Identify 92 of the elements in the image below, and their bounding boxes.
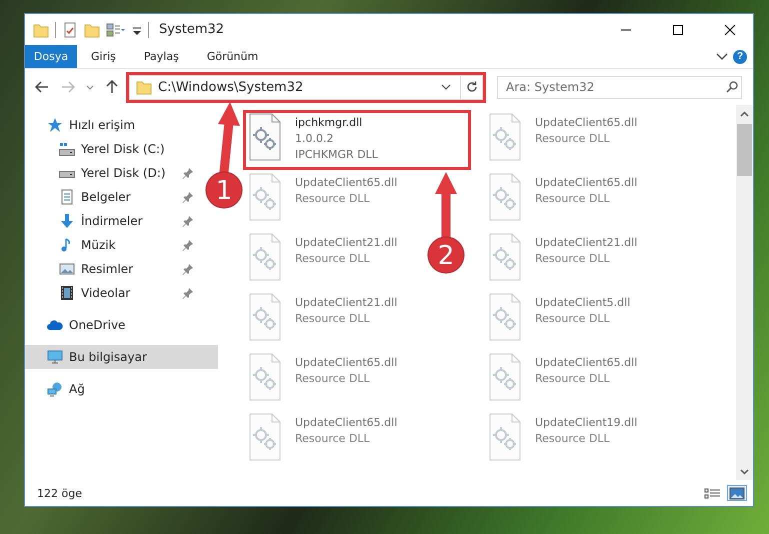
ribbon-tab[interactable]: Giriş: [77, 45, 130, 68]
file-name: UpdateClient5.dll: [535, 295, 630, 311]
star-icon: [47, 117, 63, 133]
file-item[interactable]: UpdateClient65.dll Resource DLL: [485, 172, 640, 228]
file-name: UpdateClient21.dll: [295, 235, 398, 251]
drive-icon: [59, 170, 75, 178]
step-number-badge: 2: [428, 236, 464, 274]
film-icon: [59, 285, 75, 301]
file-name: UpdateClient65.dll: [535, 175, 638, 191]
file-detail: Resource DLL: [535, 371, 611, 387]
pin-icon[interactable]: [182, 167, 194, 179]
file-name: UpdateClient65.dll: [295, 355, 398, 371]
sidebar-item[interactable]: Ağ: [25, 377, 218, 401]
file-name: UpdateClient65.dll: [295, 415, 398, 431]
dll-file-icon: [487, 173, 523, 223]
properties-icon[interactable]: [62, 22, 78, 38]
file-item[interactable]: UpdateClient65.dll Resource DLL: [245, 172, 400, 228]
sidebar-item[interactable]: OneDrive: [25, 313, 218, 337]
pin-icon[interactable]: [182, 215, 194, 227]
sidebar-item[interactable]: Bu bilgisayar: [25, 345, 218, 369]
file-name: UpdateClient21.dll: [295, 295, 398, 311]
pin-icon[interactable]: [182, 263, 194, 275]
drive-icon: [59, 141, 75, 157]
document-icon: [59, 189, 75, 205]
pin-icon[interactable]: [182, 239, 194, 251]
sidebar-item[interactable]: Resimler: [25, 257, 202, 281]
search-field[interactable]: Ara: System32: [497, 76, 742, 98]
window-title: System32: [159, 22, 226, 37]
dll-file-icon: [487, 413, 523, 463]
sidebar-item[interactable]: Yerel Disk (D:): [25, 161, 202, 185]
file-name: UpdateClient21.dll: [535, 235, 638, 251]
download-arrow-icon: [59, 213, 75, 229]
file-name: UpdateClient65.dll: [535, 355, 638, 371]
dll-file-icon: [247, 233, 283, 283]
file-detail: Resource DLL: [535, 191, 611, 207]
dll-file-icon: [487, 353, 523, 403]
file-item[interactable]: UpdateClient65.dll Resource DLL: [485, 112, 640, 168]
file-detail: 1.0.0.2: [295, 131, 334, 147]
file-item[interactable]: UpdateClient65.dll Resource DLL: [245, 352, 400, 408]
file-name: UpdateClient65.dll: [535, 115, 638, 131]
dll-file-icon: [247, 413, 283, 463]
file-item[interactable]: UpdateClient21.dll Resource DLL: [245, 232, 400, 288]
file-detail: IPCHKMGR DLL: [295, 147, 378, 163]
file-item[interactable]: UpdateClient21.dll Resource DLL: [485, 232, 640, 288]
ribbon-tab[interactable]: Görünüm: [192, 45, 272, 68]
sidebar-item[interactable]: Müzik: [25, 233, 202, 257]
folder-icon: [136, 79, 152, 95]
step-number-badge: 1: [206, 172, 242, 208]
sidebar-item[interactable]: İndirmeler: [25, 209, 202, 233]
dll-file-icon: [487, 293, 523, 343]
search-icon[interactable]: [726, 80, 738, 92]
pin-icon[interactable]: [182, 287, 194, 299]
network-icon: [47, 381, 63, 397]
file-detail: Resource DLL: [295, 311, 371, 327]
file-item[interactable]: ipchkmgr.dll 1.0.0.2 IPCHKMGR DLL: [245, 112, 469, 168]
large-icons-view-icon[interactable]: [727, 485, 747, 501]
item-count: 122 öge: [37, 486, 83, 500]
scroll-thumb[interactable]: [737, 124, 752, 176]
computer-icon: [47, 349, 63, 365]
file-name: ipchkmgr.dll: [295, 115, 364, 131]
sidebar-item[interactable]: Belgeler: [25, 185, 202, 209]
file-detail: Resource DLL: [535, 131, 611, 147]
sidebar-item[interactable]: Yerel Disk (C:): [25, 137, 202, 161]
view-options-icon[interactable]: [106, 22, 126, 38]
file-item[interactable]: UpdateClient65.dll Resource DLL: [485, 352, 640, 408]
dll-file-icon: [247, 173, 283, 223]
dll-file-icon: [487, 233, 523, 283]
file-detail: Resource DLL: [295, 251, 371, 267]
file-item[interactable]: UpdateClient65.dll Resource DLL: [245, 412, 400, 468]
file-menu-tab[interactable]: Dosya: [25, 45, 77, 68]
dll-file-icon: [487, 113, 523, 163]
dll-file-icon: [247, 293, 283, 343]
file-detail: Resource DLL: [535, 251, 611, 267]
file-detail: Resource DLL: [535, 311, 611, 327]
file-item[interactable]: UpdateClient21.dll Resource DLL: [245, 292, 400, 348]
picture-icon: [59, 261, 75, 277]
scrollbar[interactable]: [736, 105, 753, 480]
dll-file-icon: [247, 353, 283, 403]
file-name: UpdateClient65.dll: [295, 175, 398, 191]
sidebar-item[interactable]: Videolar: [25, 281, 202, 305]
help-button[interactable]: ?: [733, 50, 747, 64]
ribbon-tab[interactable]: Paylaş: [130, 45, 193, 68]
file-item[interactable]: UpdateClient19.dll Resource DLL: [485, 412, 640, 468]
sidebar-item[interactable]: Hızlı erişim: [25, 113, 218, 137]
file-detail: Resource DLL: [295, 431, 371, 447]
file-name: UpdateClient19.dll: [535, 415, 638, 431]
dll-file-icon: [247, 113, 283, 163]
file-item[interactable]: UpdateClient5.dll Resource DLL: [485, 292, 632, 348]
file-detail: Resource DLL: [535, 431, 611, 447]
file-detail: Resource DLL: [295, 191, 371, 207]
file-detail: Resource DLL: [295, 371, 371, 387]
pin-icon[interactable]: [182, 191, 194, 203]
